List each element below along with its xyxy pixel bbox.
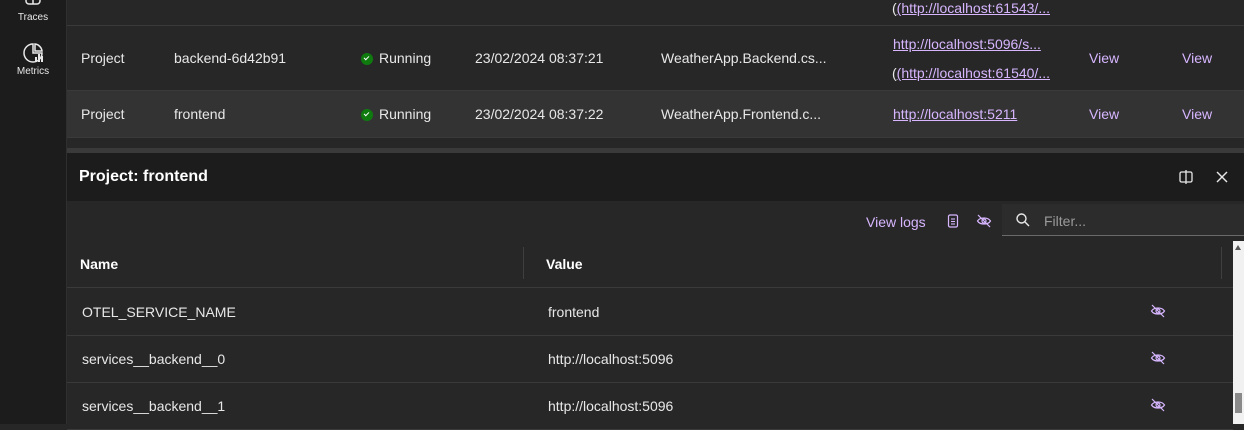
state-label: Running bbox=[379, 50, 432, 66]
scrollbar-thumb[interactable] bbox=[1235, 393, 1242, 413]
resources-table: ((http://localhost:61543/... Project bac… bbox=[67, 0, 1244, 150]
view-logs-button[interactable]: View bbox=[1182, 50, 1212, 66]
column-header-name[interactable]: Name bbox=[80, 256, 118, 272]
column-resize-handle[interactable] bbox=[523, 247, 524, 279]
env-name: OTEL_SERVICE_NAME bbox=[82, 304, 236, 320]
endpoint-link-2[interactable]: ((http://localhost:61540/... bbox=[892, 65, 1050, 81]
view-environment-button[interactable]: View bbox=[1089, 106, 1119, 122]
traces-icon bbox=[25, 0, 41, 5]
copy-icon[interactable] bbox=[945, 213, 961, 229]
table-row-selected[interactable]: Project frontend Running 23/02/2024 08:3… bbox=[67, 91, 1244, 138]
nav-label-metrics: Metrics bbox=[16, 66, 50, 77]
state-label: Running bbox=[379, 106, 432, 122]
env-name: services__backend__1 bbox=[82, 398, 226, 414]
nav-item-traces[interactable]: Traces bbox=[0, 0, 66, 23]
nav-label-traces: Traces bbox=[17, 12, 49, 23]
endpoint-url[interactable]: (http://localhost:61540/... bbox=[897, 65, 1050, 81]
eye-off-icon[interactable] bbox=[976, 213, 992, 229]
eye-off-icon[interactable] bbox=[1150, 350, 1166, 366]
endpoint-link-2[interactable]: ((http://localhost:61543/... bbox=[892, 0, 1050, 16]
resource-type: Project bbox=[81, 106, 125, 122]
view-logs-button[interactable]: View bbox=[1182, 106, 1212, 122]
running-status-icon bbox=[361, 109, 373, 121]
running-status-icon bbox=[361, 53, 373, 65]
eye-off-icon[interactable] bbox=[1150, 397, 1166, 413]
resource-state: Running bbox=[361, 50, 431, 66]
env-value: frontend bbox=[548, 304, 600, 320]
close-icon[interactable] bbox=[1213, 168, 1231, 186]
table-row[interactable]: Project backend-6d42b91 Running 23/02/20… bbox=[67, 26, 1244, 91]
start-time: 23/02/2024 08:37:22 bbox=[475, 106, 604, 122]
endpoint-url[interactable]: (http://localhost:61543/... bbox=[897, 0, 1050, 16]
env-value: http://localhost:5096 bbox=[548, 398, 674, 414]
resource-state: Running bbox=[361, 106, 431, 122]
env-row[interactable]: services__backend__1 http://localhost:50… bbox=[67, 383, 1233, 430]
filter-field[interactable] bbox=[1002, 204, 1244, 236]
details-panel: Project: frontend View logs Filter... Na… bbox=[67, 153, 1244, 430]
nav-item-metrics[interactable]: Metrics bbox=[0, 42, 66, 77]
left-nav: Traces Metrics bbox=[0, 0, 67, 424]
env-name: services__backend__0 bbox=[82, 351, 226, 367]
resource-source: WeatherApp.Frontend.c... bbox=[661, 106, 822, 122]
env-table-header: Name Value bbox=[67, 241, 1233, 288]
env-value: http://localhost:5096 bbox=[548, 351, 674, 367]
env-row[interactable]: OTEL_SERVICE_NAME frontend bbox=[67, 289, 1233, 336]
view-environment-button[interactable]: View bbox=[1089, 50, 1119, 66]
view-logs-link[interactable]: View logs bbox=[866, 214, 926, 230]
split-view-icon[interactable] bbox=[1177, 168, 1195, 186]
details-title: Project: frontend bbox=[79, 168, 208, 185]
details-header: Project: frontend bbox=[67, 153, 1244, 201]
column-header-value[interactable]: Value bbox=[546, 256, 583, 272]
column-resize-handle[interactable] bbox=[1221, 247, 1222, 279]
env-scrollbar[interactable] bbox=[1233, 241, 1244, 424]
resource-name: backend-6d42b91 bbox=[174, 50, 287, 66]
eye-off-icon[interactable] bbox=[1150, 303, 1166, 319]
endpoint-link-1[interactable]: http://localhost:5096/s... bbox=[893, 36, 1041, 52]
resource-type: Project bbox=[81, 50, 125, 66]
scroll-up-arrow[interactable] bbox=[1235, 245, 1241, 250]
env-row[interactable]: services__backend__0 http://localhost:50… bbox=[67, 336, 1233, 383]
start-time: 23/02/2024 08:37:21 bbox=[475, 50, 604, 66]
endpoint-link-1[interactable]: http://localhost:5211 bbox=[893, 106, 1017, 122]
search-icon bbox=[1016, 213, 1030, 227]
table-row[interactable]: ((http://localhost:61543/... bbox=[67, 0, 1244, 26]
resource-name: frontend bbox=[174, 106, 226, 122]
details-toolbar: View logs bbox=[67, 201, 1244, 241]
resource-source: WeatherApp.Backend.cs... bbox=[661, 50, 827, 66]
metrics-icon bbox=[23, 43, 43, 63]
filter-input[interactable] bbox=[1042, 210, 1236, 232]
